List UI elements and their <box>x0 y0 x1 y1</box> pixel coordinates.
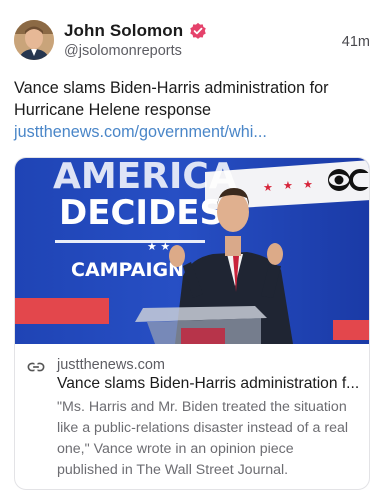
post-body: Vance slams Biden-Harris administration … <box>14 77 370 143</box>
post-timestamp[interactable]: 41m <box>342 34 370 50</box>
verified-badge-icon <box>190 22 206 39</box>
article-thumbnail[interactable]: ★ ★ ★ AMERICA DECIDES ★ ★ CAMPAIGN <box>15 158 370 344</box>
author-avatar[interactable] <box>14 20 54 60</box>
author-handle[interactable]: @jsolomonreports <box>64 43 182 59</box>
banner-text-3: CAMPAIGN <box>71 259 184 281</box>
banner-text-2: DECIDES <box>59 193 224 233</box>
svg-text:★ ★: ★ ★ <box>147 240 170 253</box>
avatar-photo <box>14 20 54 60</box>
post-text: Vance slams Biden-Harris administration … <box>14 79 329 119</box>
card-title[interactable]: Vance slams Biden-Harris administration … <box>57 375 363 393</box>
banner-text-1: AMERICA <box>53 158 237 197</box>
card-domain[interactable]: justthenews.com <box>57 357 165 373</box>
post-link[interactable]: justthenews.com/government/whi... <box>14 123 267 141</box>
link-icon <box>27 362 45 372</box>
card-description: "Ms. Harris and Mr. Biden treated the si… <box>57 399 348 478</box>
svg-text:★: ★ <box>303 178 313 191</box>
author-name[interactable]: John Solomon <box>64 21 183 41</box>
svg-text:★: ★ <box>283 179 293 192</box>
svg-text:★: ★ <box>263 181 273 194</box>
card-title-text: Vance slams Biden-Harris administration … <box>57 375 360 392</box>
card-meta: justthenews.com Vance slams Biden-Harris… <box>15 344 369 489</box>
post-container[interactable]: John Solomon @jsolomonreports 41m Vance … <box>0 0 384 500</box>
post-header: John Solomon @jsolomonreports 41m <box>14 20 370 62</box>
link-preview-card[interactable]: ★ ★ ★ AMERICA DECIDES ★ ★ CAMPAIGN justt… <box>14 157 370 490</box>
